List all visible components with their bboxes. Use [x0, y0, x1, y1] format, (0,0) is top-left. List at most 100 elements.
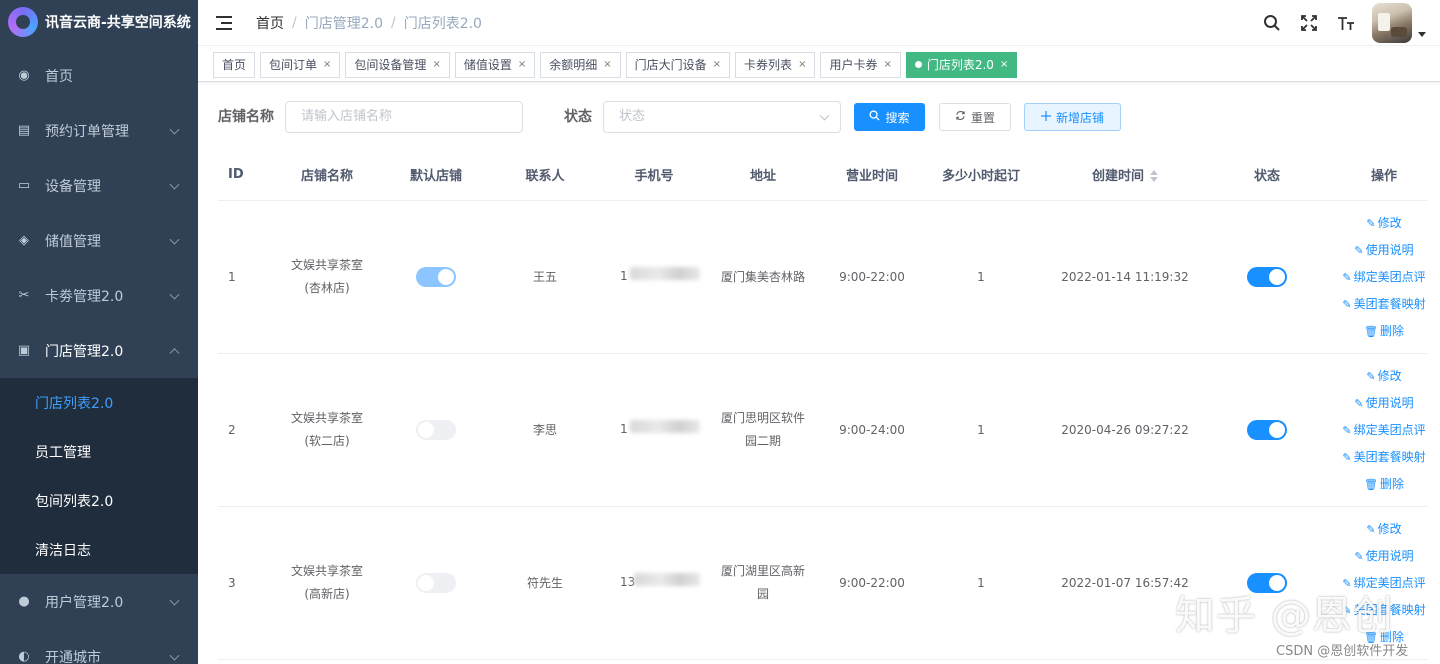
meituan-package-link[interactable]: ✎ 美团套餐映射 [1342, 448, 1425, 467]
cell-status [1194, 266, 1340, 289]
search-button[interactable]: 搜索 [854, 103, 925, 131]
app-logo[interactable]: 讯音云商-共享空间系统 [0, 0, 198, 44]
sidebar-subitem-store-list[interactable]: 门店列表2.0 [0, 378, 198, 427]
close-icon[interactable]: × [883, 59, 891, 70]
cell-name-line: (杏林店) [304, 281, 350, 295]
usage-guide-link[interactable]: ✎ 使用说明 [1354, 394, 1413, 413]
column-header-hours: 营业时间 [845, 168, 898, 184]
tag-stored-value-settings[interactable]: 储值设置 × [454, 51, 536, 78]
breadcrumb-store-management[interactable]: 门店管理2.0 [305, 13, 383, 33]
tag-coupon-list[interactable]: 卡券列表 × [735, 51, 816, 78]
default-store-switch[interactable] [416, 267, 456, 287]
refresh-icon [955, 110, 966, 124]
edit-icon: ✎ [1342, 297, 1352, 311]
usage-guide-link[interactable]: ✎ 使用说明 [1354, 241, 1413, 260]
tag-room-orders[interactable]: 包间订单 × [260, 51, 341, 78]
edit-link[interactable]: ✎ 修改 [1366, 520, 1401, 539]
sidebar-subitem-rooms[interactable]: 包间列表2.0 [0, 476, 198, 525]
reset-button-label: 重置 [970, 110, 995, 125]
tag-label: 首页 [222, 58, 247, 72]
meituan-package-link[interactable]: ✎ 美团套餐映射 [1342, 295, 1425, 314]
sidebar-item-devices[interactable]: ▭ 设备管理 [0, 158, 198, 213]
bind-meituan-link[interactable]: ✎ 绑定美团点评 [1342, 421, 1425, 440]
cell-address-line: 厦门思明区软件 [720, 411, 805, 425]
tag-balance-details[interactable]: 余额明细 × [540, 51, 621, 78]
default-store-switch[interactable] [416, 420, 456, 440]
cell-min-hours: 1 [977, 269, 985, 284]
stores-submenu: 门店列表2.0 员工管理 包间列表2.0 清洁日志 [0, 378, 198, 574]
cell-name-line: 文娱共享茶室 [290, 258, 363, 272]
edit-link[interactable]: ✎ 修改 [1366, 214, 1401, 233]
tag-store-list[interactable]: 门店列表2.0 × [905, 51, 1018, 78]
zhihu-watermark: 知乎 @恩创 [1175, 593, 1394, 639]
status-select[interactable]: 状态 [603, 101, 841, 133]
sidebar-subitem-cleaning-log[interactable]: 清洁日志 [0, 525, 198, 574]
cell-hours: 9:00-22:00 [839, 269, 905, 284]
close-icon[interactable]: × [432, 59, 440, 70]
delete-link-label: 删除 [1379, 476, 1404, 491]
column-header-name: 店铺名称 [300, 168, 353, 184]
sidebar-item-cities[interactable]: ◐ 开通城市 [0, 629, 198, 664]
breadcrumb-home[interactable]: 首页 [256, 13, 284, 33]
tag-user-coupons[interactable]: 用户卡券 × [820, 51, 901, 78]
phone-prefix: 1 [620, 422, 628, 436]
sidebar-item-orders[interactable]: ▤ 预约订单管理 [0, 103, 198, 158]
close-icon[interactable]: × [323, 59, 331, 70]
sort-icon[interactable] [1150, 170, 1158, 182]
store-name-input[interactable]: 请输入店铺名称 [285, 101, 523, 133]
cell-created: 2022-01-14 11:19:32 [1061, 269, 1189, 284]
phone-redacted [630, 420, 700, 433]
font-size-icon[interactable] [1336, 13, 1356, 33]
bind-meituan-link[interactable]: ✎ 绑定美团点评 [1342, 268, 1425, 287]
fullscreen-icon[interactable] [1299, 13, 1319, 33]
close-icon[interactable]: × [518, 59, 526, 70]
delete-link[interactable]: 🗑 删除 [1364, 322, 1404, 341]
sidebar-item-users[interactable]: ● 用户管理2.0 [0, 574, 198, 629]
sidebar-item-label: 设备管理 [45, 178, 101, 195]
tag-label: 余额明细 [549, 58, 598, 72]
status-switch[interactable] [1247, 420, 1287, 440]
cell-name: 文娱共享茶室 (杏林店) [252, 254, 402, 300]
tag-store-door-devices[interactable]: 门店大门设备 × [625, 51, 731, 78]
tag-room-devices[interactable]: 包间设备管理 × [345, 51, 450, 78]
meituan-package-link-label: 美团套餐映射 [1353, 296, 1426, 311]
sidebar-item-label: 用户管理2.0 [45, 594, 124, 611]
tag-label: 卡券列表 [744, 58, 793, 72]
sidebar-item-stores[interactable]: ▣ 门店管理2.0 [0, 323, 198, 378]
table-row: 2 文娱共享茶室 (软二店) 李思 1 厦门思明区软件 园二期 9:00-24:… [218, 354, 1428, 507]
usage-guide-link[interactable]: ✎ 使用说明 [1354, 547, 1413, 566]
caret-down-icon[interactable] [1418, 31, 1426, 37]
delete-icon: 🗑 [1364, 477, 1378, 491]
tag-label: 储值设置 [463, 58, 512, 72]
default-store-switch[interactable] [416, 573, 456, 593]
edit-link-label: 修改 [1377, 368, 1402, 383]
sidebar-item-coupons[interactable]: ✂ 卡劵管理2.0 [0, 268, 198, 323]
sidebar-subitem-staff[interactable]: 员工管理 [0, 427, 198, 476]
tag-home[interactable]: 首页 [213, 51, 256, 78]
close-icon[interactable]: × [603, 59, 611, 70]
column-header-created[interactable]: 创建时间 [1056, 165, 1194, 184]
cell-default [402, 572, 470, 595]
edit-link[interactable]: ✎ 修改 [1366, 367, 1401, 386]
usage-guide-link-label: 使用说明 [1365, 242, 1414, 257]
edit-icon: ✎ [1354, 549, 1364, 563]
status-switch[interactable] [1247, 267, 1287, 287]
hamburger-icon[interactable] [216, 15, 232, 30]
breadcrumb-separator: / [292, 14, 297, 31]
coupon-icon: ✂ [18, 288, 30, 303]
close-icon[interactable]: × [1000, 59, 1008, 70]
add-store-button[interactable]: 新增店铺 [1024, 103, 1121, 131]
reset-button[interactable]: 重置 [939, 103, 1011, 131]
close-icon[interactable]: × [798, 59, 806, 70]
cell-hours: 9:00-24:00 [839, 422, 905, 437]
search-icon[interactable] [1262, 13, 1282, 33]
cell-name-line: 文娱共享茶室 [290, 411, 363, 425]
cell-name: 文娱共享茶室 (高新店) [252, 560, 402, 606]
edit-icon: ✎ [1342, 450, 1352, 464]
close-icon[interactable]: × [713, 59, 721, 70]
cell-id: 2 [228, 422, 236, 437]
sidebar-item-stored-value[interactable]: ◈ 储值管理 [0, 213, 198, 268]
avatar[interactable] [1372, 3, 1412, 43]
sidebar-item-dashboard[interactable]: ◉ 首页 [0, 48, 198, 103]
delete-link[interactable]: 🗑 删除 [1364, 475, 1404, 494]
